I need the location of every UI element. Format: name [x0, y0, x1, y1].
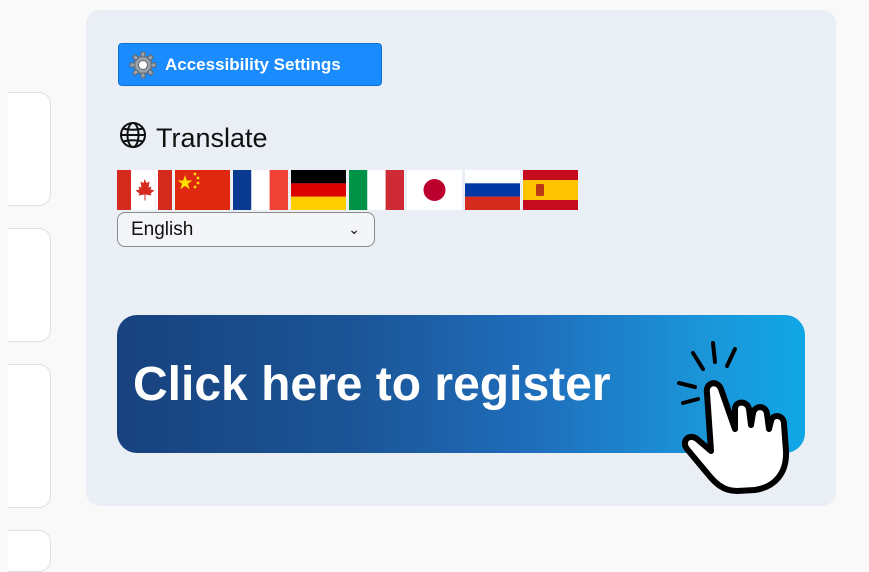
left-card-2 — [8, 228, 51, 342]
sidebar-panel: Accessibility Settings Translate English… — [86, 10, 836, 506]
spain-flag[interactable] — [523, 170, 578, 210]
china-flag[interactable] — [175, 170, 230, 210]
italy-flag[interactable] — [349, 170, 404, 210]
left-card-1 — [8, 92, 51, 206]
gear-icon — [129, 51, 157, 79]
register-banner-label: Click here to register — [133, 358, 611, 411]
register-banner[interactable]: Click here to register — [117, 315, 805, 494]
globe-icon — [118, 120, 148, 157]
translate-label: Translate — [156, 122, 268, 153]
left-card-3 — [8, 364, 51, 508]
accessibility-settings-label: Accessibility Settings — [165, 54, 341, 74]
japan-flag[interactable] — [407, 170, 462, 210]
translate-heading: Translate — [118, 120, 268, 156]
flag-list — [117, 170, 578, 210]
russia-flag[interactable] — [465, 170, 520, 210]
chevron-down-icon: ⌄ — [348, 221, 360, 237]
accessibility-settings-button[interactable]: Accessibility Settings — [118, 43, 382, 86]
language-select-value: English — [131, 218, 194, 240]
left-card-4 — [8, 530, 51, 572]
france-flag[interactable] — [233, 170, 288, 210]
germany-flag[interactable] — [291, 170, 346, 210]
language-select[interactable]: English ⌄ — [117, 212, 375, 247]
canada-flag[interactable] — [117, 170, 172, 210]
pointing-hand-icon — [665, 335, 815, 495]
